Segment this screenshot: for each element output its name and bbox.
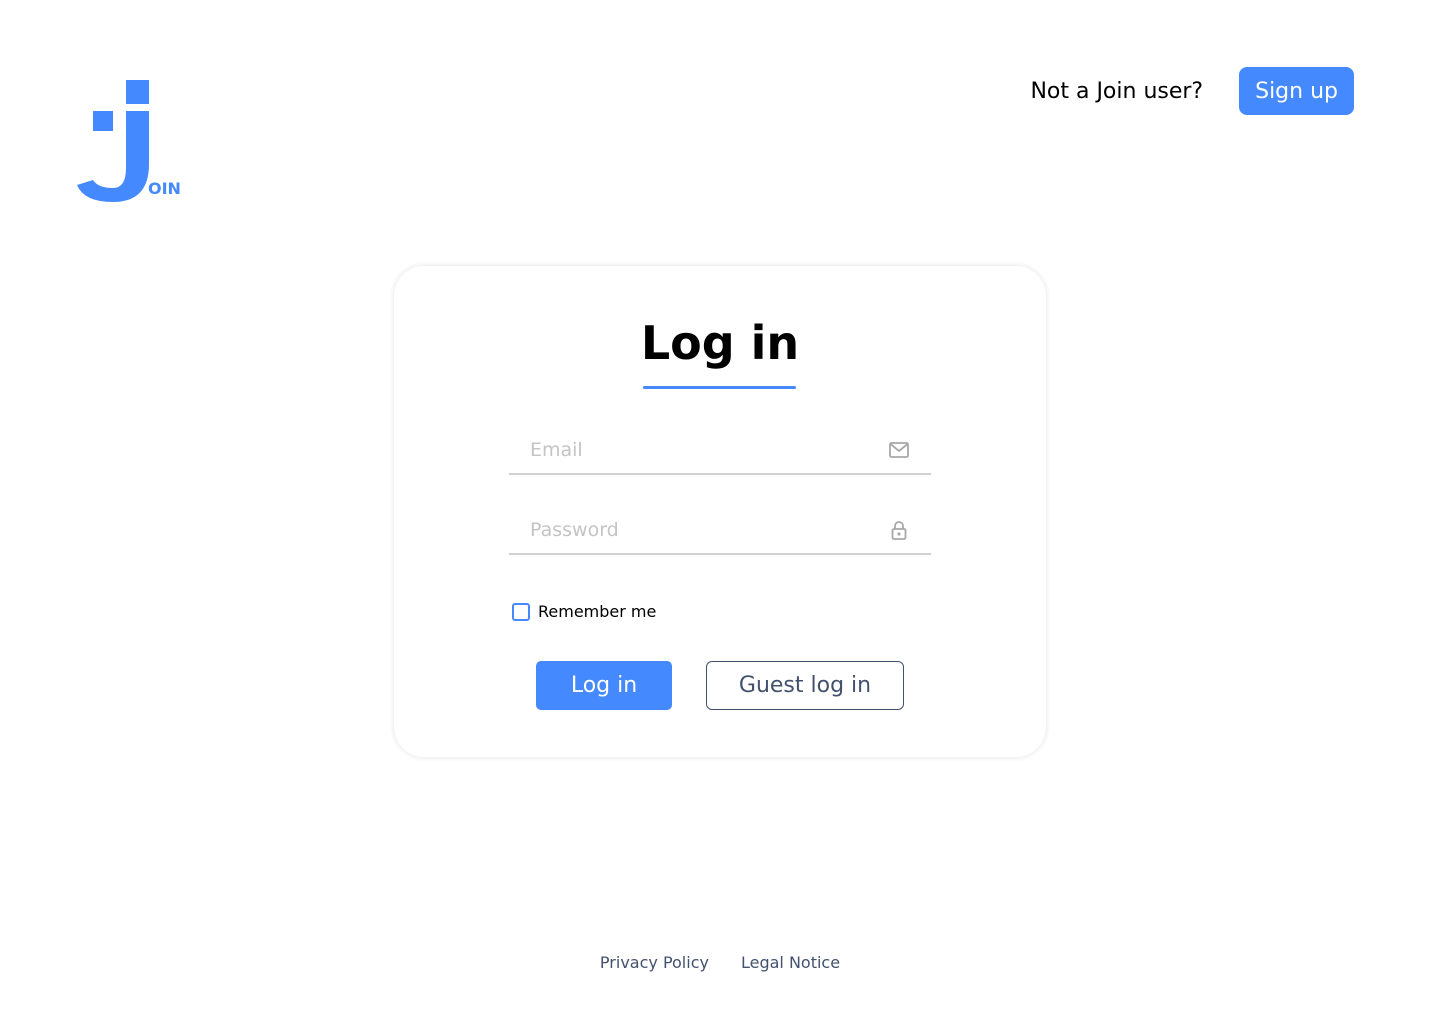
envelope-icon <box>889 442 909 458</box>
join-logo: OIN <box>76 80 181 204</box>
title-underline <box>643 386 796 389</box>
signup-area: Not a Join user? Sign up <box>1030 67 1354 115</box>
lock-icon <box>891 521 907 540</box>
email-input[interactable] <box>530 435 870 465</box>
remember-label: Remember me <box>538 602 657 621</box>
remember-checkbox[interactable] <box>512 602 530 621</box>
password-field <box>509 509 931 555</box>
login-button[interactable]: Log in <box>536 661 672 710</box>
email-field <box>509 429 931 475</box>
footer: Privacy Policy Legal Notice <box>0 953 1440 972</box>
privacy-policy-link[interactable]: Privacy Policy <box>600 953 709 972</box>
login-card: Log in Remember me Log in Guest log in <box>394 266 1046 757</box>
password-input[interactable] <box>530 515 870 545</box>
signup-button[interactable]: Sign up <box>1239 67 1354 115</box>
page-title: Log in <box>640 316 800 370</box>
guest-login-button[interactable]: Guest log in <box>706 661 904 710</box>
logo-wordmark: OIN <box>148 179 181 198</box>
remember-me: Remember me <box>512 602 656 621</box>
legal-notice-link[interactable]: Legal Notice <box>741 953 840 972</box>
signup-question: Not a Join user? <box>1030 78 1204 104</box>
